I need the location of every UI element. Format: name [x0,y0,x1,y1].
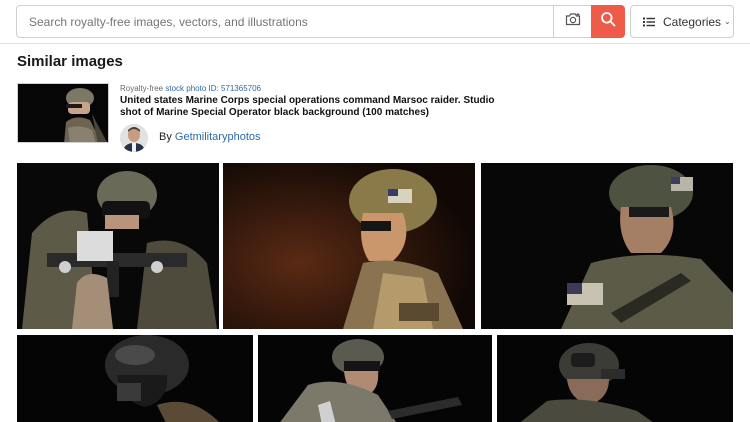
section-title: Similar images [17,53,123,70]
categories-label: Categories [663,14,722,29]
reference-title[interactable]: United states Marine Corps special opera… [120,95,510,119]
top-bar: Categories ⌄ [0,0,750,44]
result-image-1[interactable] [17,163,219,329]
by-label: By [159,131,172,143]
result-image-4[interactable] [17,335,253,422]
author-line: By Getmilitaryphotos [159,131,261,143]
list-icon [643,17,655,27]
result-image-3[interactable] [481,163,733,329]
result-image-5[interactable] [258,335,492,422]
chevron-down-icon: ⌄ [724,17,731,26]
search-input[interactable] [17,6,553,37]
camera-search-button[interactable] [553,6,591,37]
royalty-free-label: Royalty-free [120,84,164,93]
stock-id-link[interactable]: stock photo ID: 571365706 [165,84,261,93]
magnifier-icon [600,11,616,32]
avatar[interactable] [120,124,148,152]
camera-search-icon [565,12,581,31]
result-image-6[interactable] [497,335,733,422]
author-link[interactable]: Getmilitaryphotos [175,131,261,143]
search-button[interactable] [591,5,625,38]
categories-button[interactable]: Categories ⌄ [630,5,734,38]
result-image-2[interactable] [223,163,475,329]
reference-meta: Royalty-free stock photo ID: 571365706 [120,84,261,93]
reference-thumbnail[interactable] [17,83,109,143]
search-box [16,5,625,38]
